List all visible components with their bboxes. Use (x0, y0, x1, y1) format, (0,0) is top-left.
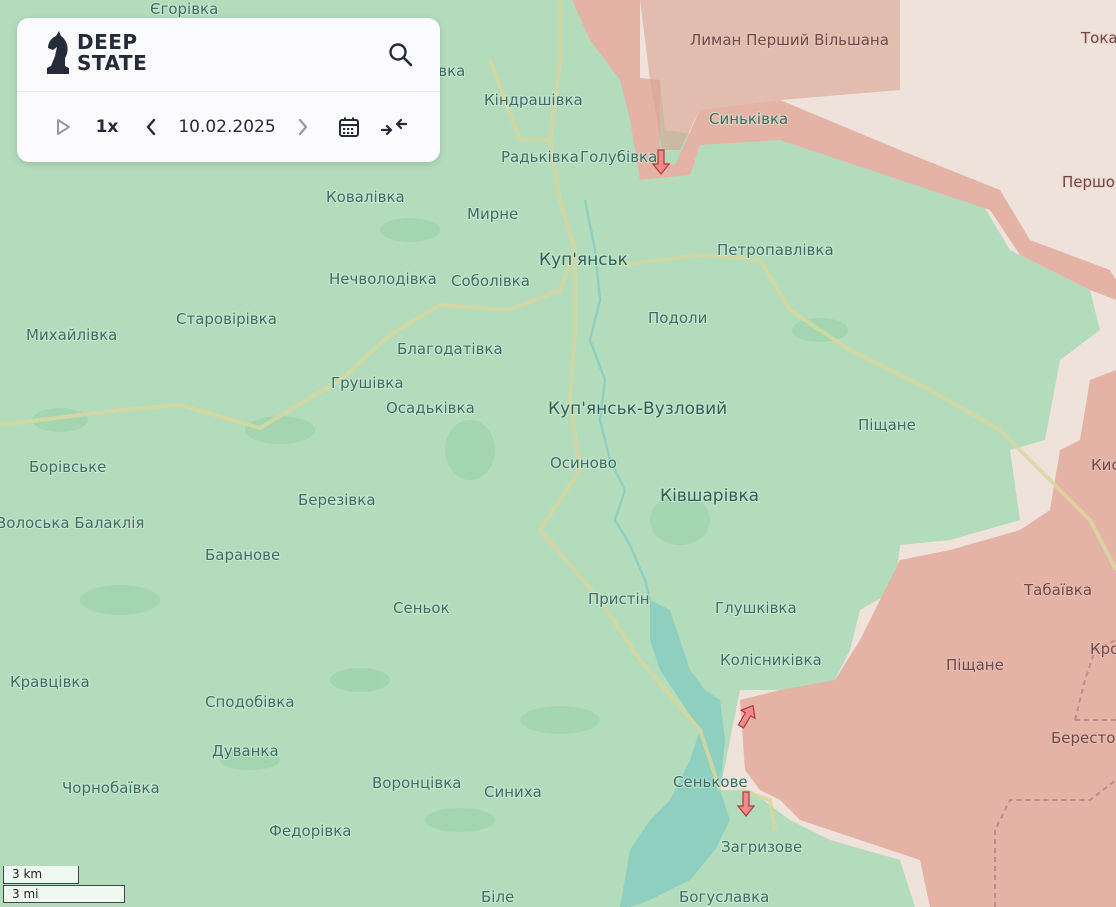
scale-mi: 3 mi (3, 885, 125, 903)
place-label[interactable]: Куп'янськ (538, 249, 629, 271)
place-label[interactable]: Кравцівка (9, 672, 91, 692)
place-label[interactable]: Баранове (204, 545, 281, 565)
place-label[interactable]: Лиман Перший Вільшана (689, 30, 890, 50)
place-label[interactable]: Петропавлівка (716, 240, 835, 260)
place-label[interactable]: Радьківка (500, 147, 580, 167)
chevron-left-icon (146, 118, 156, 136)
place-label[interactable]: Нечволодівка (328, 269, 438, 289)
place-label[interactable]: Волоська Балаклія (0, 513, 145, 533)
place-label[interactable]: Кро (1089, 639, 1116, 659)
place-label[interactable]: Борівське (28, 457, 107, 477)
place-label[interactable]: Синьківка (708, 109, 789, 129)
place-label[interactable]: Мирне (466, 204, 519, 224)
calendar-icon (339, 117, 359, 137)
chevron-right-icon (298, 118, 308, 136)
place-label[interactable]: Першо (1061, 172, 1116, 192)
place-label[interactable]: Ківшарівка (659, 485, 760, 507)
place-label[interactable]: Березівка (297, 490, 377, 510)
place-label[interactable]: Осиново (549, 453, 618, 473)
place-label[interactable]: Голубівка (579, 147, 658, 167)
place-label[interactable]: Табаївка (1022, 580, 1093, 600)
search-icon (389, 43, 413, 67)
place-label[interactable]: Піщане (945, 655, 1005, 675)
calendar-button[interactable] (337, 114, 361, 140)
place-label[interactable]: Федорівка (268, 821, 352, 841)
place-label[interactable]: Михайлівка (25, 325, 118, 345)
scale-km: 3 km (3, 866, 79, 884)
compare-arrows-icon (380, 118, 408, 136)
prev-date-button[interactable] (141, 114, 161, 140)
place-label[interactable]: Сенькове (672, 772, 749, 792)
place-label[interactable]: Біле (480, 887, 515, 907)
place-label[interactable]: Грушівка (330, 373, 405, 393)
place-label[interactable]: Кіндрашівка (483, 90, 584, 110)
place-label[interactable]: Осадьківка (385, 398, 476, 418)
speed-button[interactable]: 1x (93, 114, 121, 140)
timeline-controls: 1x 10.02.2025 (17, 92, 440, 162)
place-label[interactable]: Сеньок (392, 598, 451, 618)
place-label[interactable]: Глушківка (714, 598, 798, 618)
place-label[interactable]: Благодатівка (396, 339, 504, 359)
place-label[interactable]: Куп'янськ-Вузловий (547, 398, 728, 420)
place-label[interactable]: Соболівка (450, 271, 531, 291)
place-label[interactable]: Пристін (587, 589, 651, 609)
place-label[interactable]: Кис (1090, 455, 1116, 475)
place-label[interactable]: Дуванка (211, 741, 280, 761)
logo-text: DEEP STATE (77, 30, 148, 75)
compare-button[interactable] (379, 114, 409, 140)
current-date[interactable]: 10.02.2025 (177, 114, 277, 140)
place-label[interactable]: Чорнобаївка (61, 778, 161, 798)
place-label[interactable]: Берестов (1050, 728, 1116, 748)
place-label[interactable]: Піщане (857, 415, 917, 435)
place-label[interactable]: Ковалівка (325, 187, 406, 207)
place-label[interactable]: Тока (1079, 28, 1116, 48)
deepstate-logo[interactable]: DEEP STATE (45, 30, 147, 76)
search-button[interactable] (388, 42, 414, 68)
place-label[interactable]: Синиха (483, 782, 543, 802)
control-panel: DEEP STATE 1x 10.02.2025 (17, 18, 440, 162)
place-label[interactable]: Сподобівка (204, 692, 296, 712)
place-label[interactable]: Старовірівка (175, 309, 278, 329)
next-date-button[interactable] (293, 114, 313, 140)
play-icon (57, 119, 70, 135)
place-label[interactable]: Воронцівка (371, 773, 462, 793)
place-label[interactable]: Загризове (720, 837, 803, 857)
panel-header: DEEP STATE (17, 18, 440, 92)
place-label[interactable]: Колісниківка (719, 650, 823, 670)
knight-icon (47, 31, 69, 74)
play-button[interactable] (53, 114, 73, 140)
place-label[interactable]: Подоли (647, 308, 708, 328)
place-label[interactable]: Єгорівка (149, 0, 219, 19)
place-label[interactable]: Богуславка (678, 887, 770, 907)
